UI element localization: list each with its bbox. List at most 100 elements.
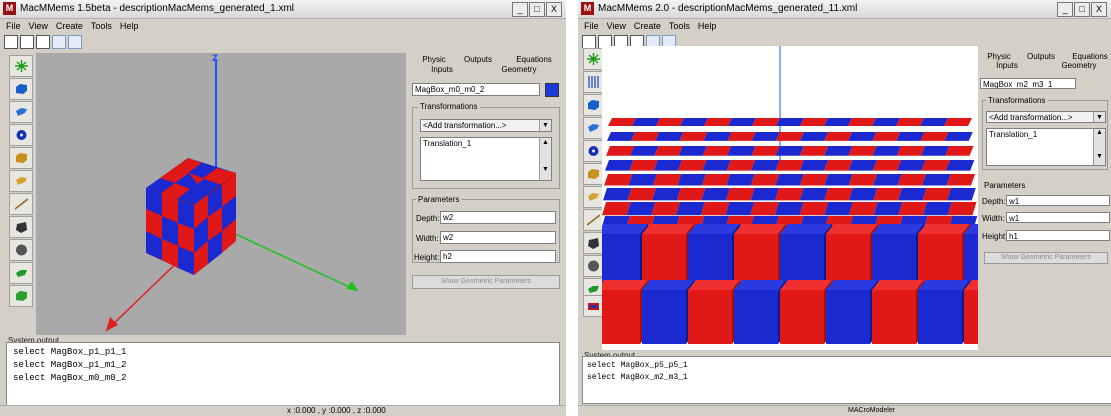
scene-canvas[interactable] <box>602 46 978 350</box>
torus-tool-button[interactable] <box>9 124 33 146</box>
transformation-list[interactable]: Translation_1 ▲ ▼ <box>986 128 1106 166</box>
slab-tool-button[interactable] <box>583 117 603 139</box>
transformation-item[interactable]: Translation_1 <box>989 130 1037 139</box>
magnet-cube-face <box>642 234 686 288</box>
property-tabs: Physic Outputs Equations Inputs Geometry <box>410 53 564 77</box>
axes-tool-button[interactable] <box>583 48 603 70</box>
line-tool-button[interactable] <box>583 209 603 231</box>
object-color-swatch[interactable] <box>545 83 559 97</box>
menu-create[interactable]: Create <box>56 19 83 33</box>
line-tool-button[interactable] <box>9 193 33 215</box>
width-field[interactable]: w2 <box>440 231 556 244</box>
chevron-down-icon[interactable]: ▼ <box>539 120 551 131</box>
magnet-cube-face <box>750 202 779 216</box>
title-bar[interactable]: M MacMMems 1.5beta - descriptionMacMems_… <box>0 0 566 19</box>
cone-tool-button[interactable] <box>583 232 603 254</box>
add-transformation-select[interactable]: <Add transformation...> ▼ <box>986 111 1106 123</box>
gold-box-tool-button[interactable] <box>9 147 33 169</box>
magnet-tool-button[interactable] <box>583 295 603 317</box>
3d-viewport[interactable] <box>602 46 978 350</box>
torus-tool-button[interactable] <box>583 140 603 162</box>
new-file-icon[interactable] <box>4 35 18 49</box>
system-output-console[interactable]: select MagBox_p1_p1_1 select MagBox_p1_m… <box>6 342 560 410</box>
magnet-cube-face <box>946 174 975 186</box>
array-arrows-icon <box>588 76 599 88</box>
box-tool-button[interactable] <box>9 78 33 100</box>
tab-outputs[interactable]: Outputs <box>462 55 494 65</box>
tab-inputs[interactable]: Inputs <box>424 65 460 75</box>
gold-slab-tool-button[interactable] <box>9 170 33 192</box>
axes-tool-button[interactable] <box>9 55 33 77</box>
minimize-button[interactable]: _ <box>512 2 528 17</box>
menu-tools[interactable]: Tools <box>669 19 690 33</box>
magnet-cube-face <box>824 174 853 186</box>
list-scrollbar[interactable]: ▲ ▼ <box>1093 129 1105 165</box>
magnet-cube-face <box>945 160 975 171</box>
sphere-tool-button[interactable] <box>9 239 33 261</box>
tab-equations[interactable]: Equations <box>510 55 558 65</box>
magnet-cube-array[interactable] <box>602 118 978 344</box>
magnet-cube-face <box>688 280 740 290</box>
depth-field[interactable]: w2 <box>440 211 556 224</box>
height-field[interactable]: h2 <box>440 250 556 263</box>
height-field[interactable]: h1 <box>1006 230 1110 241</box>
cone-tool-button[interactable] <box>9 216 33 238</box>
menu-file[interactable]: File <box>6 19 21 33</box>
cone-tool-icon <box>588 238 599 249</box>
view-icon[interactable] <box>52 35 66 49</box>
scene-canvas[interactable]: z <box>36 53 406 335</box>
window-title: MacMMems 2.0 - descriptionMacMems_genera… <box>598 3 858 14</box>
maximize-button[interactable]: □ <box>1074 2 1090 17</box>
camera-icon[interactable] <box>68 35 82 49</box>
sphere-tool-button[interactable] <box>583 255 603 277</box>
menu-help[interactable]: Help <box>698 19 717 33</box>
menu-file[interactable]: File <box>584 19 599 33</box>
magnet-cube-face <box>701 188 730 201</box>
gold-box-tool-button[interactable] <box>583 163 603 185</box>
transformation-item[interactable]: Translation_1 <box>423 139 471 148</box>
open-file-icon[interactable] <box>20 35 34 49</box>
menu-view[interactable]: View <box>607 19 626 33</box>
3d-viewport[interactable]: z <box>36 53 406 335</box>
magnet-cube-face <box>751 160 780 171</box>
system-output-console[interactable]: select MagBox_p5_p5_1 select MagBox_m2_m… <box>582 356 1111 404</box>
show-geometric-parameters-button[interactable]: Show Geometric Parameters <box>412 275 560 289</box>
magnet-cube-face <box>826 234 870 288</box>
depth-field[interactable]: w1 <box>1006 195 1110 206</box>
green-slab-tool-button[interactable] <box>9 262 33 284</box>
magnet-cube-face <box>775 160 804 171</box>
green-box-tool-button[interactable] <box>9 285 33 307</box>
slab-tool-button[interactable] <box>9 101 33 123</box>
add-transformation-select[interactable]: <Add transformation...> ▼ <box>420 119 552 132</box>
tab-geometry[interactable]: Geometry <box>494 65 544 75</box>
save-icon[interactable] <box>36 35 50 49</box>
minimize-button[interactable]: _ <box>1057 2 1073 17</box>
tab-geometry[interactable]: Geometry <box>1056 61 1102 71</box>
magnet-cube-array[interactable] <box>146 158 236 275</box>
close-button[interactable]: X <box>1091 2 1107 17</box>
box-tool-button[interactable] <box>583 94 603 116</box>
tab-physic[interactable]: Physic <box>420 55 448 65</box>
tab-inputs[interactable]: Inputs <box>990 61 1024 71</box>
list-scrollbar[interactable]: ▲ ▼ <box>539 138 551 180</box>
menu-create[interactable]: Create <box>634 19 661 33</box>
arrays-tool-button[interactable] <box>583 71 603 93</box>
title-bar[interactable]: M MacMMems 2.0 - descriptionMacMems_gene… <box>578 0 1111 19</box>
width-field[interactable]: w1 <box>1006 212 1110 223</box>
tab-outputs[interactable]: Outputs <box>1026 52 1056 62</box>
close-button[interactable]: X <box>546 2 562 17</box>
menu-view[interactable]: View <box>29 19 48 33</box>
gold-slab-tool-button[interactable] <box>583 186 603 208</box>
maximize-button[interactable]: □ <box>529 2 545 17</box>
status-bar: MACroModeler <box>578 405 1111 416</box>
menu-help[interactable]: Help <box>120 19 139 33</box>
new-file-icon[interactable] <box>582 35 596 49</box>
magnet-cube-face <box>897 174 927 186</box>
object-name-field[interactable]: MagBox_m2_m3_1 <box>980 78 1076 89</box>
transformation-list[interactable]: Translation_1 ▲ ▼ <box>420 137 552 181</box>
chevron-down-icon[interactable]: ▼ <box>1093 112 1105 122</box>
magnet-cube-face <box>652 174 682 186</box>
menu-tools[interactable]: Tools <box>91 19 112 33</box>
show-geometric-parameters-button[interactable]: Show Geometric Parameters <box>984 252 1108 264</box>
object-name-field[interactable]: MagBox_m0_m0_2 <box>412 83 540 96</box>
